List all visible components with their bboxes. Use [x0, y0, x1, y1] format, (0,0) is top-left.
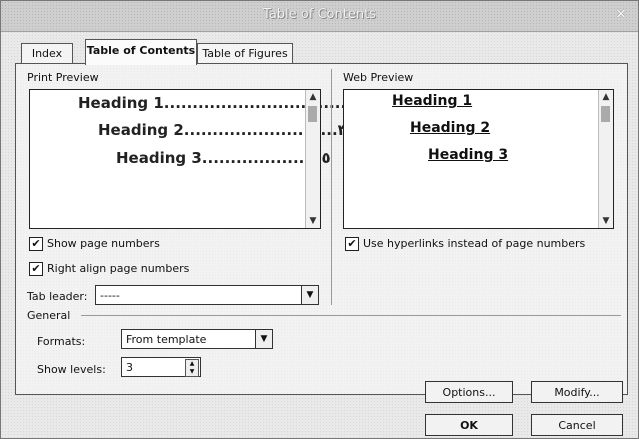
ok-button[interactable]: OK	[425, 414, 513, 436]
print-preview-scrollbar[interactable]: ▲ ▼	[305, 90, 320, 228]
column-divider	[331, 69, 332, 305]
scroll-down-icon[interactable]: ▼	[306, 214, 320, 228]
tab-table-of-contents[interactable]: Table of Contents	[85, 39, 197, 65]
tab-table-of-figures[interactable]: Table of Figures	[197, 43, 293, 64]
general-group-label: General	[27, 309, 71, 322]
show-page-numbers-checkbox[interactable]: ✔	[29, 237, 43, 251]
web-preview-scrollbar[interactable]: ▲ ▼	[598, 90, 613, 228]
show-page-numbers-label: Show page numbers	[47, 237, 160, 250]
show-levels-label: Show levels:	[37, 363, 106, 376]
title-bar[interactable]: Table of Contents ×	[1, 1, 638, 32]
web-preview-link[interactable]: Heading 1	[392, 93, 472, 109]
right-align-checkbox[interactable]: ✔	[29, 262, 43, 276]
web-preview-label: Web Preview	[343, 71, 414, 84]
scroll-up-icon[interactable]: ▲	[599, 90, 613, 104]
scroll-thumb[interactable]	[601, 106, 610, 122]
print-preview-box[interactable]: Heading 1...............................…	[29, 89, 361, 229]
web-preview-box[interactable]: Heading 1 Heading 2 Heading 3 ▲ ▼	[343, 89, 614, 229]
tab-leader-select[interactable]: ----- ▼	[95, 285, 319, 305]
print-preview-label: Print Preview	[27, 71, 99, 84]
web-preview-link[interactable]: Heading 3	[428, 147, 508, 163]
scroll-up-icon[interactable]: ▲	[306, 90, 320, 104]
scroll-down-icon[interactable]: ▼	[599, 214, 613, 228]
use-hyperlinks-label: Use hyperlinks instead of page numbers	[363, 237, 586, 250]
tab-leader-value: -----	[100, 289, 120, 302]
spin-down-icon[interactable]: ▼	[186, 368, 198, 376]
right-align-label: Right align page numbers	[47, 262, 190, 275]
print-preview-line: Heading 3.....................٥	[116, 149, 331, 167]
use-hyperlinks-checkbox[interactable]: ✔	[345, 237, 359, 251]
spinner-arrows-icon[interactable]: ▲ ▼	[185, 359, 199, 377]
spin-up-icon[interactable]: ▲	[186, 360, 198, 368]
close-icon[interactable]: ×	[612, 5, 630, 23]
general-divider	[81, 315, 621, 316]
formats-value: From template	[126, 333, 207, 346]
show-levels-spinner[interactable]: 3 ▲ ▼	[121, 357, 201, 377]
cancel-button[interactable]: Cancel	[531, 414, 623, 436]
formats-select[interactable]: From template ▼	[121, 329, 273, 349]
options-button[interactable]: Options...	[425, 381, 513, 403]
modify-button[interactable]: Modify...	[531, 381, 623, 403]
web-preview-link[interactable]: Heading 2	[410, 120, 490, 136]
tab-index[interactable]: Index	[21, 43, 73, 64]
chevron-down-icon[interactable]: ▼	[255, 330, 272, 348]
chevron-down-icon[interactable]: ▼	[301, 286, 318, 304]
show-levels-value: 3	[126, 361, 133, 374]
scroll-thumb[interactable]	[308, 106, 317, 122]
dialog-title: Table of Contents	[263, 7, 376, 22]
toc-dialog: Table of Contents × Index Table of Conte…	[0, 0, 639, 439]
tab-leader-label: Tab leader:	[27, 290, 88, 303]
formats-label: Formats:	[37, 335, 86, 348]
